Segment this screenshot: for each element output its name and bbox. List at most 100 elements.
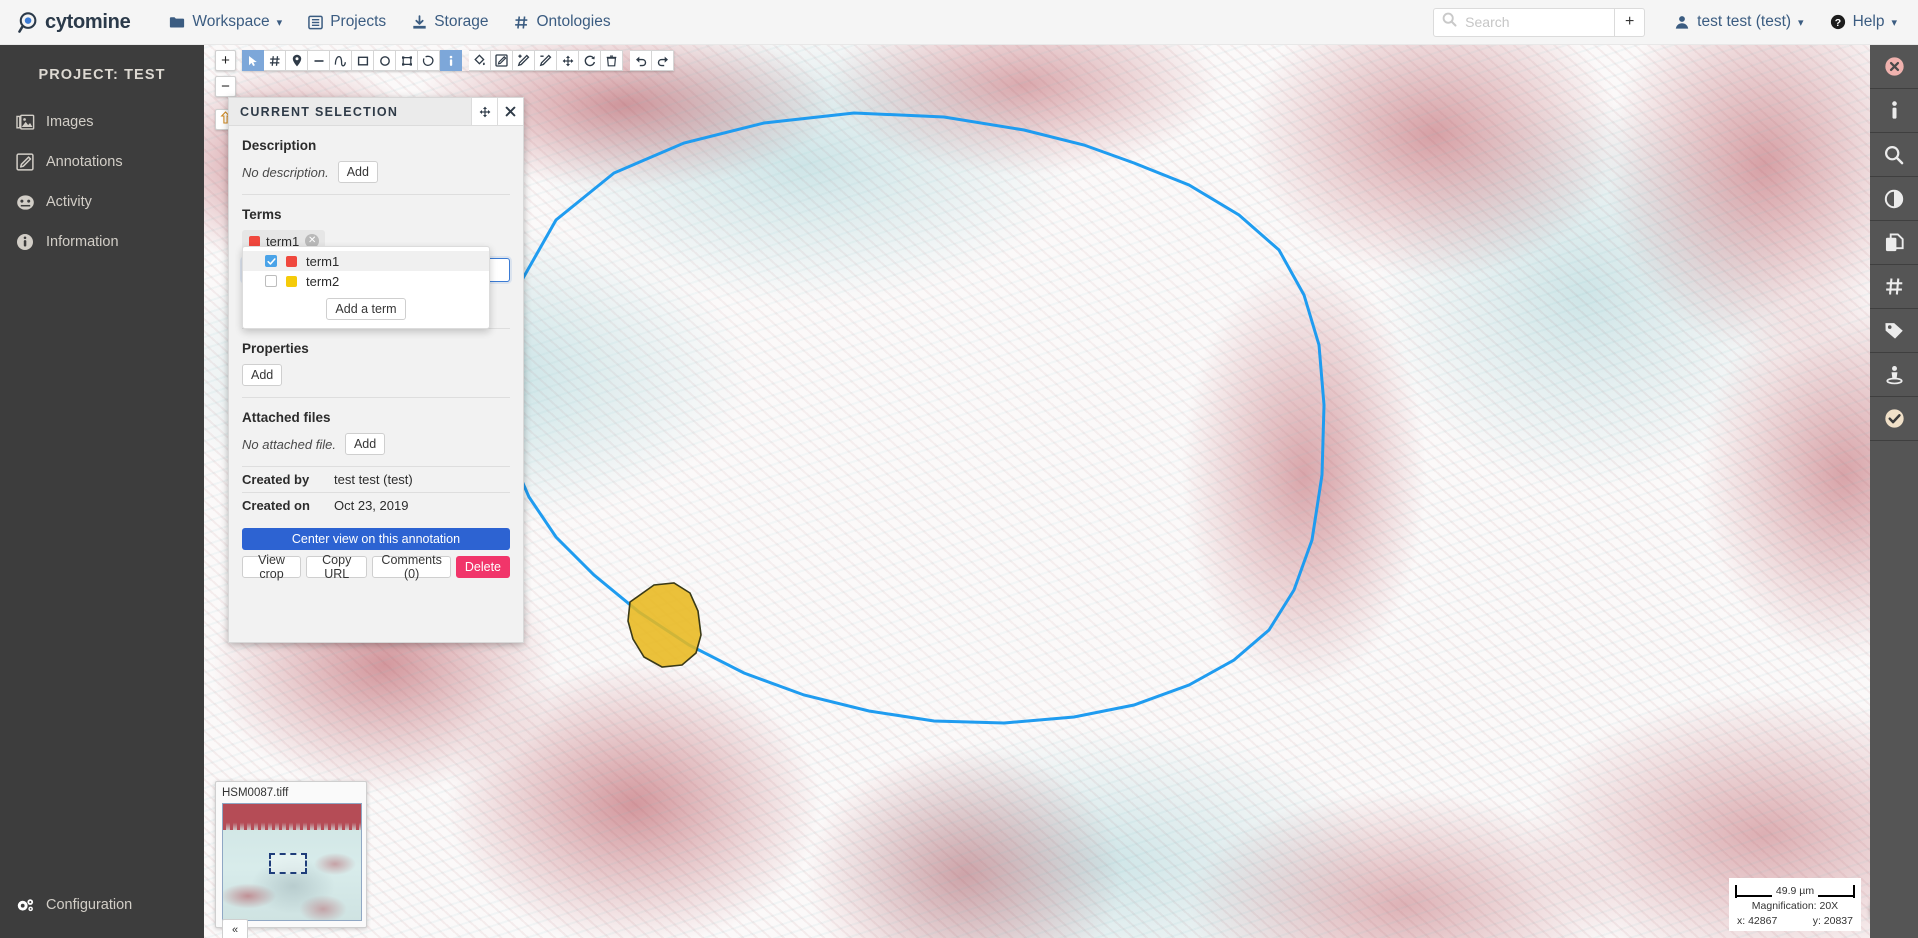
tags-button[interactable] (1870, 309, 1918, 353)
created-on-value: Oct 23, 2019 (334, 498, 408, 513)
search-box[interactable] (1433, 8, 1615, 37)
panel-title: CURRENT SELECTION (240, 105, 471, 119)
view-crop-button[interactable]: View crop (242, 556, 301, 578)
chevron-down-icon: ▾ (277, 16, 283, 29)
delete-tool[interactable] (601, 50, 623, 71)
add-a-term-button[interactable]: Add a term (326, 298, 405, 320)
grid-button[interactable] (1870, 265, 1918, 309)
attached-files-title: Attached files (242, 410, 510, 425)
chevron-down-icon: ▾ (1798, 16, 1804, 29)
nav-item-ontologies[interactable]: Ontologies (501, 0, 623, 45)
comments-button[interactable]: Comments (0) (372, 556, 450, 578)
user-layers-button[interactable] (1870, 353, 1918, 397)
created-on-label: Created on (242, 498, 334, 513)
list-icon (308, 15, 323, 30)
chevron-down-icon: ▾ (1891, 16, 1897, 29)
minimap-viewport-box[interactable] (269, 853, 307, 874)
right-rail (1870, 45, 1918, 938)
info-tool[interactable] (440, 50, 462, 71)
term-option-label: term1 (306, 254, 339, 269)
move-tool[interactable] (557, 50, 579, 71)
contrast-button[interactable] (1870, 177, 1918, 221)
minimap-image[interactable] (222, 803, 362, 921)
scale-bar: 49.9 µm (1735, 883, 1855, 899)
search-add-button[interactable]: + (1615, 8, 1645, 37)
delete-button[interactable]: Delete (456, 556, 510, 578)
center-view-button[interactable]: Center view on this annotation (242, 528, 510, 550)
info-button[interactable] (1870, 89, 1918, 133)
coordinate-y: y: 20837 (1813, 915, 1853, 927)
terms-title: Terms (242, 207, 510, 222)
zoom-in-button[interactable]: + (215, 50, 236, 71)
coordinate-x: x: 42867 (1737, 915, 1777, 927)
sidebar-item-activity[interactable]: Activity (0, 185, 204, 219)
redo-button[interactable] (652, 50, 674, 71)
pencil-square-icon (16, 153, 46, 171)
sidebar-item-information[interactable]: Information (0, 225, 204, 259)
info-circle-icon (16, 233, 46, 251)
sidebar-spacer (0, 265, 204, 888)
rectangle-tool[interactable] (352, 50, 374, 71)
edit-tool[interactable] (491, 50, 513, 71)
nav-label-storage: Storage (434, 13, 488, 31)
minimap-collapse-button[interactable]: « (222, 919, 248, 938)
layers-button[interactable] (1870, 221, 1918, 265)
sidebar-item-label: Information (46, 234, 119, 250)
help-menu[interactable]: ? Help ▾ (1817, 0, 1910, 45)
freehand-line-tool[interactable] (330, 50, 352, 71)
point-grid-tool[interactable] (264, 50, 286, 71)
add-pencil-tool[interactable] (513, 50, 535, 71)
description-add-button[interactable]: Add (338, 161, 378, 183)
term-dropdown[interactable]: term1 term2 Add a term (242, 246, 490, 329)
help-circle-icon: ? (1830, 14, 1846, 30)
brand-text: cytomine (45, 11, 130, 34)
minimap-filename: HSM0087.tiff (222, 787, 360, 799)
polygon-tool[interactable] (396, 50, 418, 71)
select-tool[interactable] (242, 50, 264, 71)
copy-url-button[interactable]: Copy URL (306, 556, 367, 578)
fill-tool[interactable] (469, 50, 491, 71)
sidebar-item-configuration[interactable]: Configuration (0, 888, 204, 922)
review-button[interactable] (1870, 397, 1918, 441)
properties-add-button[interactable]: Add (242, 364, 282, 386)
brand-logo[interactable]: cytomine (18, 11, 130, 34)
ellipse-tool[interactable] (374, 50, 396, 71)
remove-pencil-tool[interactable] (535, 50, 557, 71)
point-tool[interactable] (286, 50, 308, 71)
attached-files-add-button[interactable]: Add (345, 433, 385, 455)
panel-move-button[interactable] (471, 98, 497, 125)
nav-item-projects[interactable]: Projects (295, 0, 399, 45)
term-option-term2[interactable]: term2 (243, 271, 489, 291)
term-color-swatch (286, 276, 297, 287)
attached-files-empty-text: No attached file. (242, 437, 336, 452)
top-navigation-bar: cytomine Workspace ▾ Projects Storage (0, 0, 1918, 45)
panel-body[interactable]: Description No description. Add Terms te… (229, 126, 523, 642)
sidebar-item-images[interactable]: Images (0, 105, 204, 139)
image-viewer[interactable]: ‹ + − (204, 45, 1918, 938)
user-menu[interactable]: test test (test) ▾ (1661, 0, 1816, 45)
rotate-tool[interactable] (579, 50, 601, 71)
nav-item-workspace[interactable]: Workspace ▾ (156, 0, 295, 45)
search-button[interactable] (1870, 133, 1918, 177)
term-option-term1[interactable]: term1 (243, 251, 489, 271)
freehand-polygon-tool[interactable] (418, 50, 440, 71)
search-input[interactable] (1463, 13, 1603, 31)
nav-item-storage[interactable]: Storage (399, 0, 501, 45)
magnification-text: Magnification: 20X (1735, 900, 1855, 912)
panel-close-button[interactable] (497, 98, 523, 125)
gears-icon (16, 897, 46, 914)
panel-header: CURRENT SELECTION (229, 98, 523, 126)
sidebar-item-annotations[interactable]: Annotations (0, 145, 204, 179)
checkbox-checked-icon[interactable] (265, 255, 277, 267)
checkbox-unchecked-icon[interactable] (265, 275, 277, 287)
current-selection-panel: CURRENT SELECTION Description No descrip… (228, 97, 524, 643)
help-menu-label: Help (1853, 13, 1885, 31)
annotation-toolbar (242, 50, 674, 71)
zoom-out-button[interactable]: − (215, 76, 236, 97)
undo-button[interactable] (630, 50, 652, 71)
created-on-row: Created on Oct 23, 2019 (242, 492, 510, 518)
close-panel-button[interactable] (1870, 45, 1918, 89)
properties-title: Properties (242, 341, 510, 356)
line-tool[interactable] (308, 50, 330, 71)
user-icon (1674, 15, 1690, 30)
